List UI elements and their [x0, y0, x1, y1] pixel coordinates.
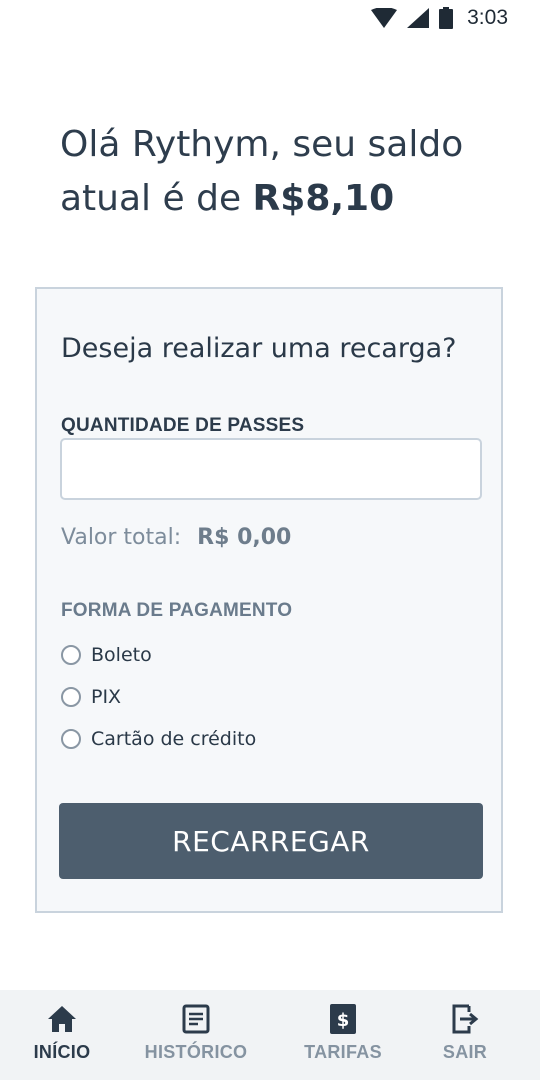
status-time: 3:03: [467, 6, 508, 29]
payment-option-label: Cartão de crédito: [91, 728, 257, 750]
status-bar: 3:03: [0, 0, 540, 36]
bottom-nav: INÍCIO HISTÓRICO $ TARIFAS SAIR: [0, 990, 540, 1080]
radio-button[interactable]: [61, 729, 81, 749]
balance-greeting: Olá Rythym, seu saldo atual é de R$8,10: [60, 118, 500, 226]
quantity-input[interactable]: [60, 438, 482, 500]
radio-button[interactable]: [61, 645, 81, 665]
wifi-icon: [371, 8, 398, 28]
nav-label: INÍCIO: [33, 1042, 91, 1062]
nav-item-history[interactable]: HISTÓRICO: [140, 990, 252, 1080]
document-icon: [182, 1002, 210, 1036]
quantity-label: QUANTIDADE DE PASSES: [61, 415, 305, 436]
payment-option-label: Boleto: [91, 644, 152, 666]
dollar-icon: $: [330, 1002, 356, 1036]
total-row: Valor total: R$ 0,00: [61, 525, 291, 550]
nav-label: TARIFAS: [304, 1042, 382, 1062]
nav-label: HISTÓRICO: [144, 1042, 248, 1062]
balance-amount: R$8,10: [252, 178, 395, 219]
nav-item-logout[interactable]: SAIR: [430, 990, 500, 1080]
battery-icon: [439, 7, 454, 29]
nav-label: SAIR: [442, 1042, 488, 1062]
recharge-card: Deseja realizar uma recarga? QUANTIDADE …: [35, 287, 503, 913]
home-screen: 3:03 Olá Rythym, seu saldo atual é de R$…: [0, 0, 540, 1080]
payment-option-boleto[interactable]: Boleto: [61, 640, 152, 670]
nav-item-home[interactable]: INÍCIO: [22, 990, 102, 1080]
payment-option-credit-card[interactable]: Cartão de crédito: [61, 724, 256, 754]
total-value: R$ 0,00: [197, 525, 292, 550]
svg-text:$: $: [337, 1010, 350, 1031]
payment-option-label: PIX: [91, 686, 122, 708]
recharge-button[interactable]: RECARREGAR: [59, 803, 483, 879]
radio-button[interactable]: [61, 687, 81, 707]
payment-method-label: FORMA DE PAGAMENTO: [61, 600, 293, 621]
nav-item-fares[interactable]: $ TARIFAS: [296, 990, 390, 1080]
recharge-title: Deseja realizar uma recarga?: [61, 333, 457, 364]
logout-icon: [451, 1002, 479, 1036]
payment-option-pix[interactable]: PIX: [61, 682, 121, 712]
home-icon: [47, 1002, 77, 1036]
total-label: Valor total:: [61, 525, 182, 550]
signal-icon: [407, 8, 430, 28]
